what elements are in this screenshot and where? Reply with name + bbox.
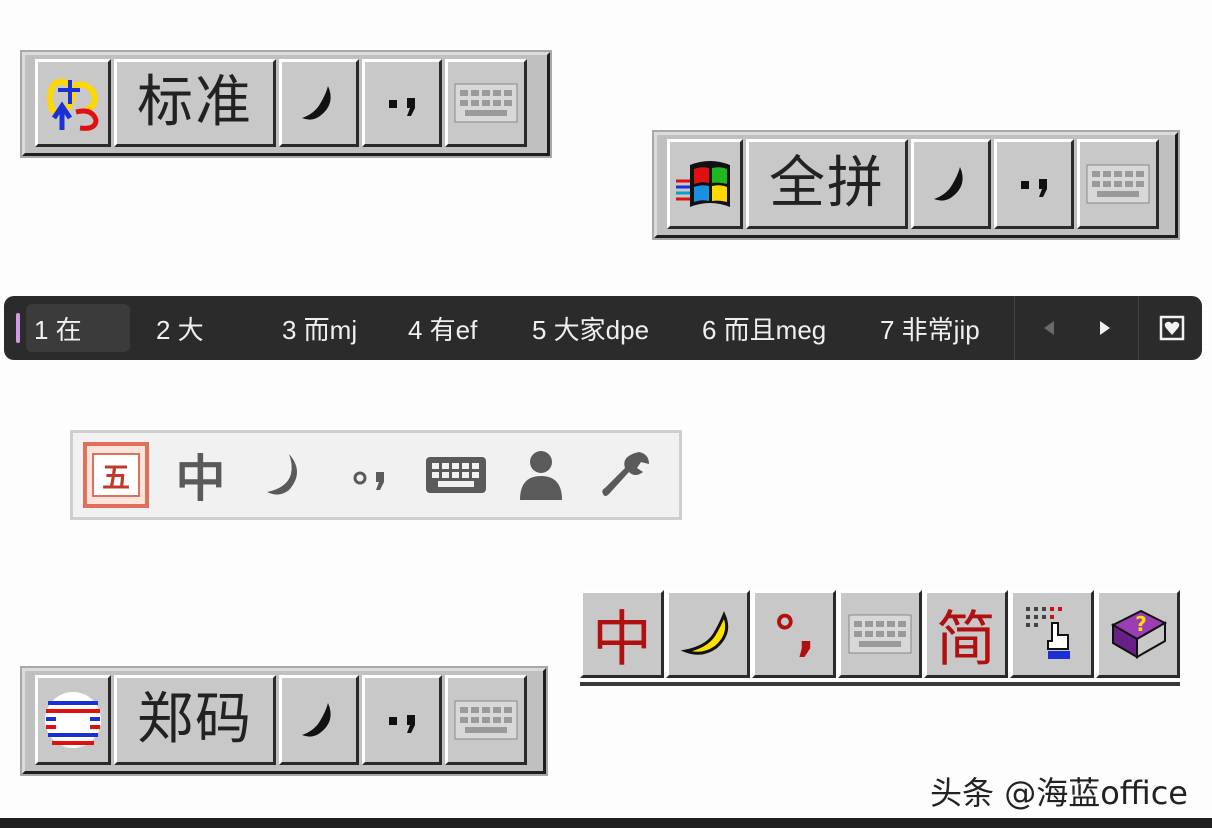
next-page-button[interactable] <box>1090 296 1120 360</box>
soft-keyboard-button[interactable] <box>1077 139 1159 229</box>
candidate-item[interactable]: 7 非常jip <box>880 296 980 360</box>
candidate-label: 6 而且meg <box>702 314 827 345</box>
halfwidth-toggle[interactable] <box>911 139 991 229</box>
halfwidth-toggle[interactable] <box>666 590 750 678</box>
ime-bar-simplified: 中 °, 简 ? <box>580 590 1180 686</box>
svg-text:?: ? <box>1135 612 1147 636</box>
input-mode-button[interactable]: 全拼 <box>746 139 908 229</box>
settings-button[interactable] <box>583 433 668 517</box>
candidate-label: 4 有ef <box>408 314 478 345</box>
banana-moon-icon <box>680 611 729 655</box>
divider <box>1014 296 1015 360</box>
heart-emoji-icon <box>1159 315 1185 341</box>
keyboard-icon <box>454 700 518 740</box>
hand-pointer-icon <box>1026 607 1070 659</box>
punctuation-icon <box>389 715 415 733</box>
halfwidth-toggle[interactable] <box>279 675 359 765</box>
punctuation-toggle[interactable]: °, <box>752 590 836 678</box>
candidate-item[interactable]: 2 大 <box>156 296 204 360</box>
candidate-label: 3 而mj <box>282 314 358 345</box>
input-mode-label: 标准 <box>137 70 253 135</box>
moon-icon <box>266 454 297 495</box>
triangle-left-icon <box>1044 321 1054 335</box>
candidate-label: 7 非常jip <box>880 314 980 345</box>
keyboard-icon <box>454 83 518 123</box>
keyboard-icon <box>1086 164 1150 204</box>
simplified-toggle[interactable]: 简 <box>924 590 1008 678</box>
candidate-caret <box>16 313 20 343</box>
mashing-logo-icon <box>46 76 100 131</box>
soft-keyboard-button[interactable] <box>445 675 527 765</box>
punctuation-icon <box>1021 179 1047 197</box>
input-mode-button[interactable]: 郑码 <box>114 675 276 765</box>
triangle-right-icon <box>1100 321 1110 335</box>
punctuation-icon <box>353 471 384 490</box>
language-label: 中 <box>175 450 226 508</box>
prev-page-button[interactable] <box>1034 296 1064 360</box>
candidate-item[interactable]: 3 而mj <box>282 296 357 360</box>
punctuation-icon <box>389 98 415 116</box>
candidate-label: 5 大家dpe <box>532 314 650 345</box>
ime-bar-zhengma: 郑码 <box>22 668 546 774</box>
ime-bar-wubi: 五 中 <box>70 430 682 520</box>
help-book-icon: ? <box>1110 609 1168 659</box>
candidate-item[interactable]: 4 有ef <box>408 296 477 360</box>
moon-icon <box>302 703 331 737</box>
keyboard-icon <box>848 614 912 654</box>
candidate-item[interactable]: 1 在 <box>26 304 130 352</box>
emoji-button[interactable] <box>1152 296 1192 360</box>
help-button[interactable]: ? <box>1096 590 1180 678</box>
language-label: 中 <box>592 604 652 675</box>
soft-keyboard-button[interactable] <box>413 433 498 517</box>
wubi-logo-icon: 五 <box>82 442 149 508</box>
user-button[interactable] <box>498 433 583 517</box>
ime-bar-biaozhun: 标准 <box>22 52 550 156</box>
windows-flag-icon <box>676 161 730 207</box>
punctuation-toggle[interactable] <box>362 675 442 765</box>
soft-keyboard-button[interactable] <box>445 59 527 147</box>
pointer-button[interactable] <box>1010 590 1094 678</box>
wubi-label: 五 <box>101 461 129 494</box>
user-icon <box>519 451 562 500</box>
input-mode-button[interactable]: 标准 <box>114 59 276 147</box>
halfwidth-toggle[interactable] <box>279 59 359 147</box>
ime-logo-button[interactable] <box>35 59 111 147</box>
moon-icon <box>302 86 331 120</box>
zhengma-logo-icon <box>45 692 101 748</box>
watermark: 头条 @海蓝office <box>930 774 1188 812</box>
candidate-window: 1 在 2 大 3 而mj 4 有ef 5 大家dpe 6 而且meg 7 非常… <box>4 296 1202 360</box>
candidate-item[interactable]: 6 而且meg <box>702 296 826 360</box>
moon-icon <box>934 167 963 201</box>
soft-keyboard-button[interactable] <box>838 590 922 678</box>
candidate-label: 1 在 <box>34 314 82 345</box>
wrench-icon <box>601 452 649 496</box>
language-toggle[interactable]: 中 <box>580 590 664 678</box>
candidate-item[interactable]: 5 大家dpe <box>532 296 649 360</box>
bottom-edge <box>0 818 1212 828</box>
ime-logo-button[interactable] <box>35 675 111 765</box>
punctuation-label: °, <box>772 606 816 662</box>
halfwidth-toggle[interactable] <box>243 433 328 517</box>
punctuation-toggle[interactable] <box>994 139 1074 229</box>
keyboard-icon <box>425 457 486 493</box>
divider <box>1138 296 1139 360</box>
ime-logo-button[interactable] <box>667 139 743 229</box>
language-toggle[interactable]: 中 <box>158 433 243 517</box>
candidate-label: 2 大 <box>156 314 204 345</box>
punctuation-toggle[interactable] <box>362 59 442 147</box>
input-mode-label: 全拼 <box>769 151 885 216</box>
ime-bar-quanpin: 全拼 <box>654 132 1178 238</box>
simplified-label: 简 <box>936 604 996 675</box>
punctuation-toggle[interactable] <box>328 433 413 517</box>
wubi-logo-button[interactable]: 五 <box>73 433 158 517</box>
input-mode-label: 郑码 <box>137 687 253 752</box>
